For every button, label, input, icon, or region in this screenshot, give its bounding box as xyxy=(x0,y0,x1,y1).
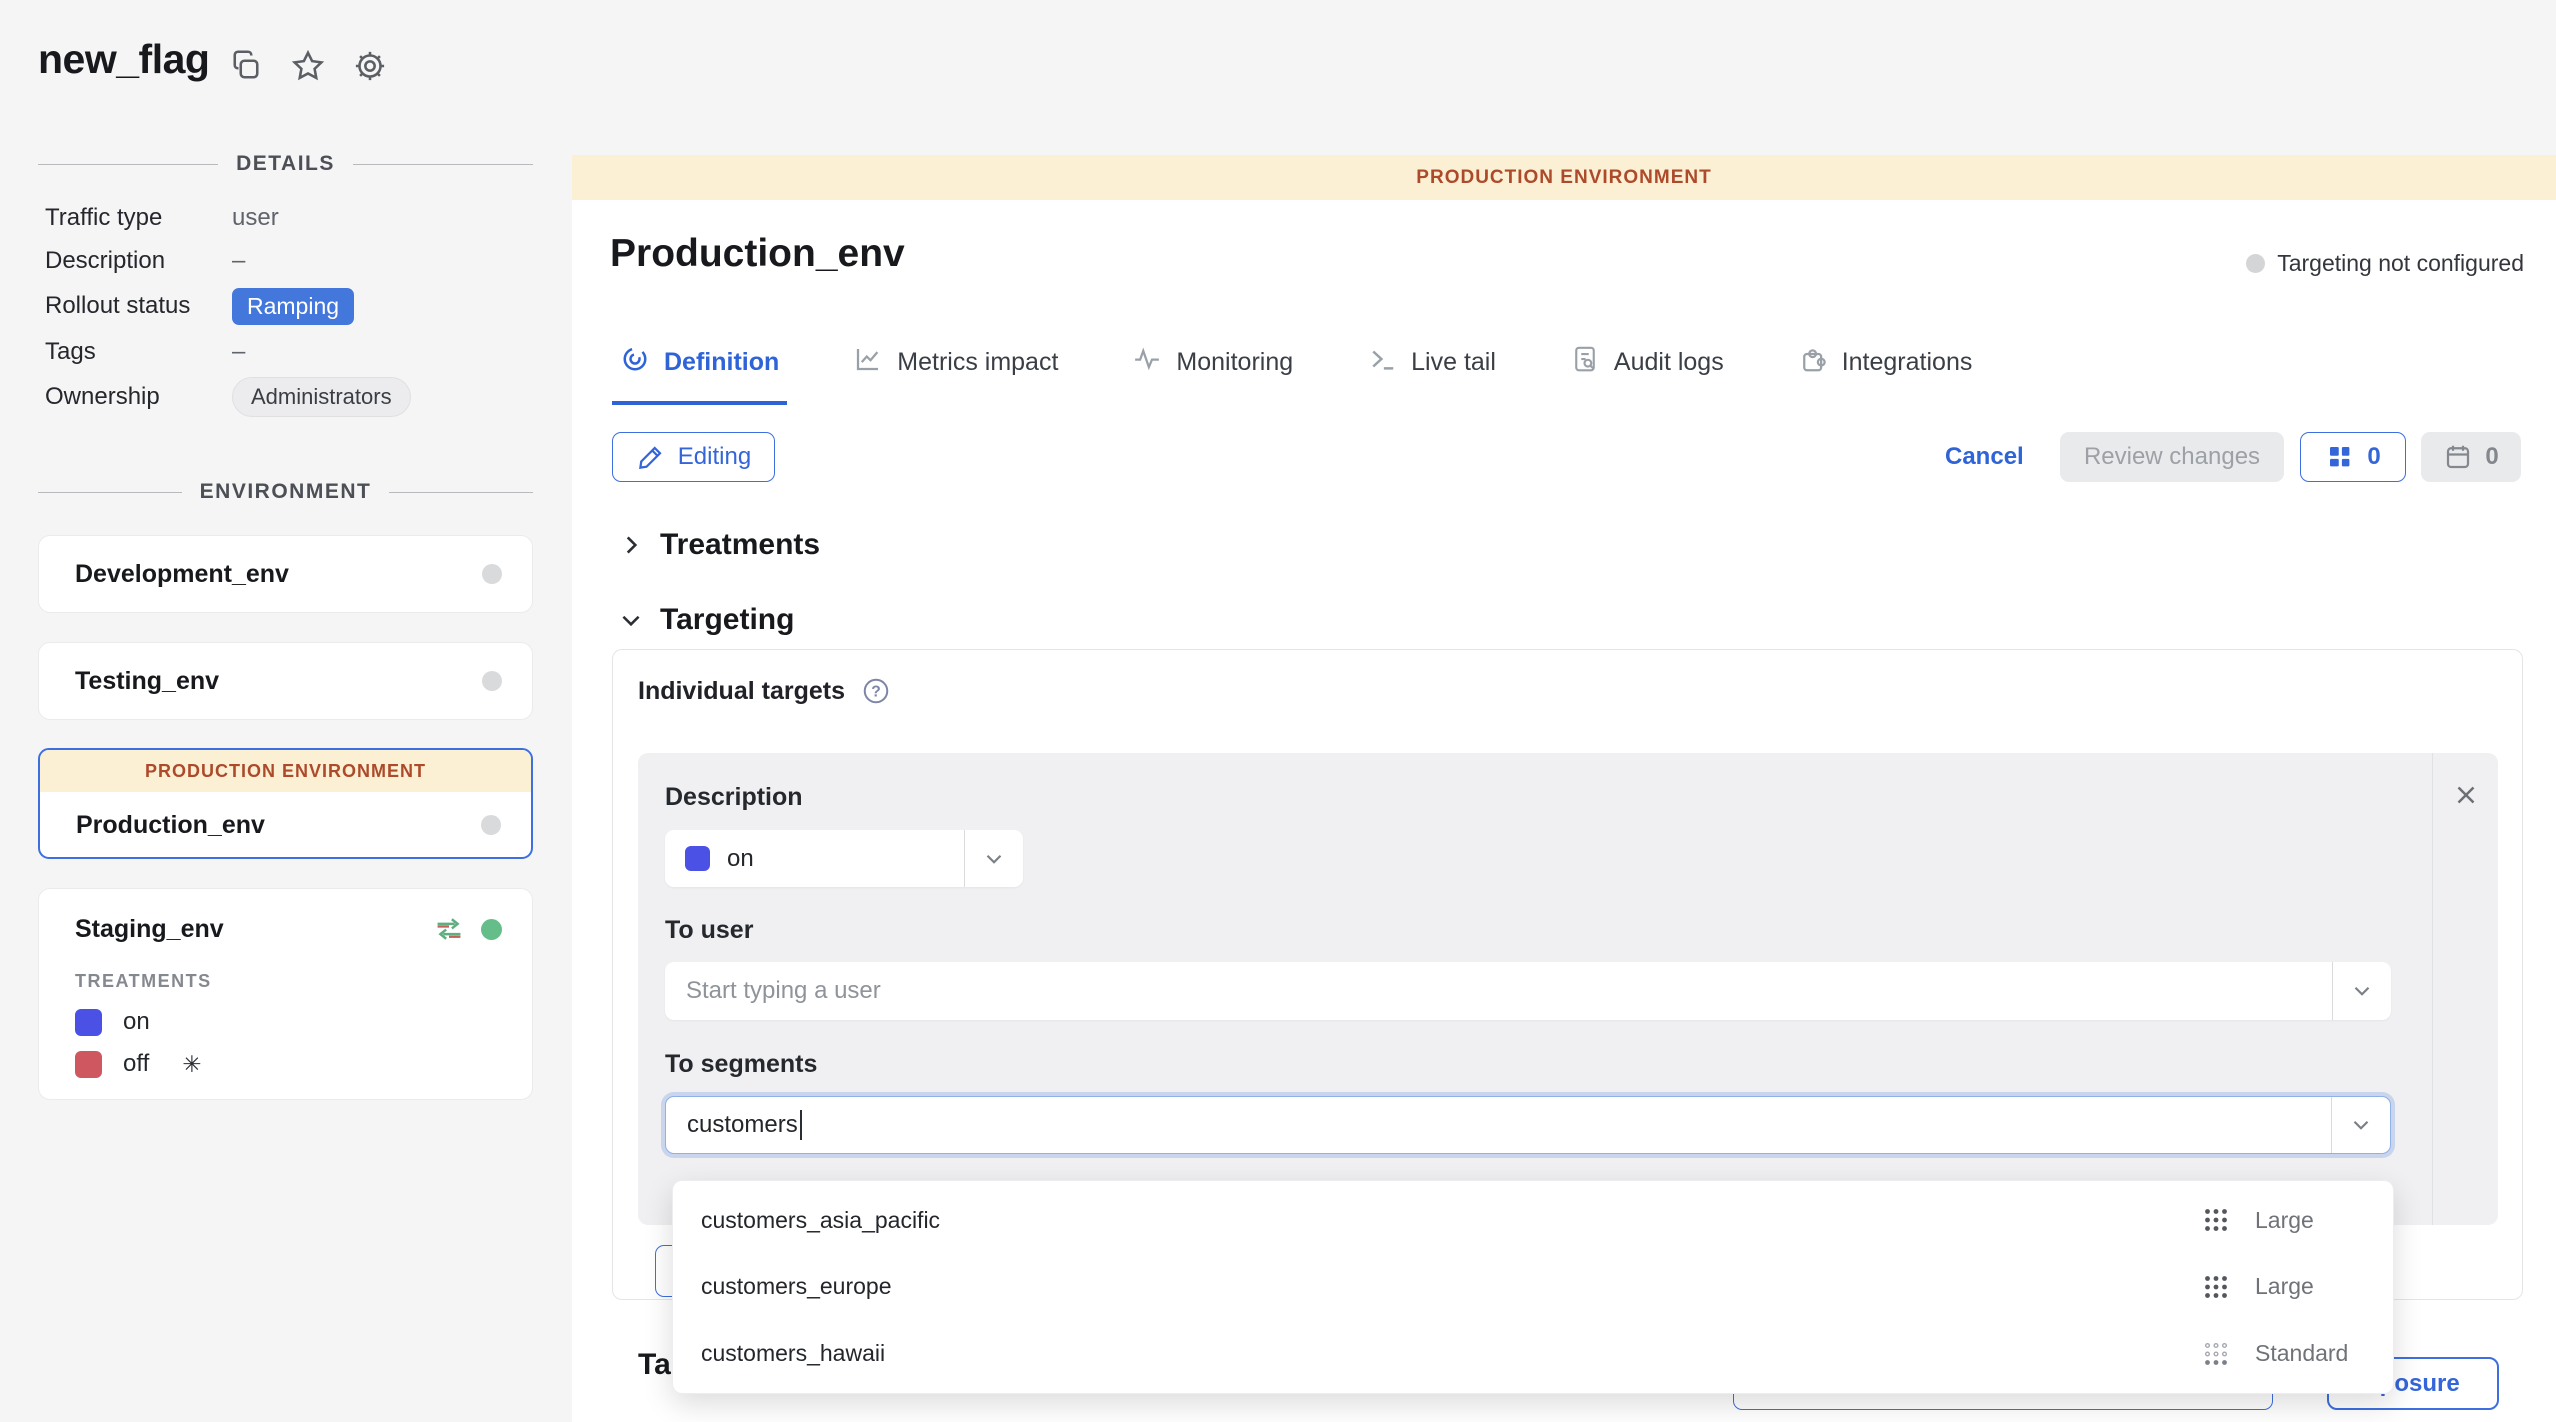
chevron-down-icon[interactable] xyxy=(2331,1097,2390,1153)
gear-icon[interactable] xyxy=(348,44,392,88)
grid-icon xyxy=(2325,442,2355,472)
segment-standard-icon xyxy=(2199,1337,2255,1371)
targeting-rules-heading-fragment: Ta xyxy=(638,1348,671,1382)
audit-log-icon xyxy=(1570,344,1600,381)
copy-icon[interactable] xyxy=(224,44,268,88)
segment-large-icon xyxy=(2199,1203,2255,1237)
env-card-testing[interactable]: Testing_env xyxy=(38,642,533,720)
editing-button[interactable]: Editing xyxy=(612,432,775,482)
tab-monitoring[interactable]: Monitoring xyxy=(1124,338,1301,405)
status-dot xyxy=(2246,254,2265,273)
segments-select: customers xyxy=(665,1096,2391,1154)
svg-text:?: ? xyxy=(871,683,881,700)
scheduled-counter-button[interactable]: 0 xyxy=(2421,432,2521,482)
treatment-row-on: on xyxy=(75,1008,532,1036)
targeting-section-header[interactable]: Targeting xyxy=(618,603,794,637)
segment-option-asia-pacific[interactable]: customers_asia_pacific Large xyxy=(673,1187,2393,1253)
treatment-select[interactable]: on xyxy=(665,830,1023,887)
details-list: Traffic type user Description – Rollout … xyxy=(45,196,533,421)
treatment-row-off: off ✳ xyxy=(75,1050,532,1078)
tab-definition[interactable]: Definition xyxy=(612,338,787,405)
detail-row-traffic-type: Traffic type user xyxy=(45,196,533,239)
detail-row-description: Description – xyxy=(45,239,533,282)
tab-audit-logs[interactable]: Audit logs xyxy=(1562,338,1732,405)
treatment-off-swatch xyxy=(75,1051,102,1078)
changes-counter-button[interactable]: 0 xyxy=(2300,432,2406,482)
terminal-icon xyxy=(1367,344,1397,381)
to-segments-label: To segments xyxy=(665,1050,817,1079)
detail-row-ownership: Ownership Administrators xyxy=(45,373,533,421)
env-status-dot xyxy=(481,815,501,835)
definition-icon xyxy=(620,344,650,381)
chevron-down-icon xyxy=(618,607,644,633)
segment-option-europe[interactable]: customers_europe Large xyxy=(673,1254,2393,1320)
chevron-right-icon xyxy=(618,532,644,558)
sync-icon xyxy=(433,915,465,943)
metrics-chart-icon xyxy=(853,344,883,381)
segments-dropdown: customers_asia_pacific Large customers_e… xyxy=(672,1180,2394,1394)
user-input[interactable] xyxy=(665,977,2332,1005)
user-select xyxy=(665,962,2391,1020)
to-user-label: To user xyxy=(665,916,753,945)
treatments-section-header[interactable]: Treatments xyxy=(618,528,820,562)
env-status-dot xyxy=(482,564,502,584)
env-active-dot xyxy=(481,919,502,940)
treatment-on-swatch xyxy=(75,1009,102,1036)
environment-title: Production_env xyxy=(610,232,905,276)
detail-row-tags: Tags – xyxy=(45,330,533,373)
help-icon[interactable]: ? xyxy=(861,676,891,706)
env-card-development[interactable]: Development_env xyxy=(38,535,533,613)
page-title: new_flag xyxy=(38,36,209,83)
ownership-pill[interactable]: Administrators xyxy=(232,377,411,417)
segments-input[interactable]: customers xyxy=(666,1110,2331,1140)
close-icon[interactable] xyxy=(2448,778,2484,814)
details-heading: DETAILS xyxy=(38,152,533,176)
production-environment-top-banner: PRODUCTION ENVIRONMENT xyxy=(572,155,2556,200)
production-environment-banner: PRODUCTION ENVIRONMENT xyxy=(40,750,531,792)
pencil-icon xyxy=(636,442,666,472)
env-card-staging[interactable]: Staging_env TREATMENTS on off ✳ xyxy=(38,888,533,1100)
tab-integrations[interactable]: Integrations xyxy=(1790,338,1981,405)
env-card-production[interactable]: PRODUCTION ENVIRONMENT Production_env xyxy=(38,748,533,859)
chevron-down-icon[interactable] xyxy=(2332,962,2391,1020)
segment-large-icon xyxy=(2199,1270,2255,1304)
review-changes-button[interactable]: Review changes xyxy=(2060,432,2284,482)
puzzle-icon xyxy=(1798,344,1828,381)
calendar-icon xyxy=(2443,442,2473,472)
chevron-down-icon xyxy=(964,830,1023,887)
tab-bar: Definition Metrics impact Monitoring Liv… xyxy=(612,338,1980,405)
card-divider xyxy=(2432,753,2433,1225)
default-treatment-icon: ✳ xyxy=(182,1051,201,1078)
treatment-on-swatch xyxy=(685,846,710,871)
targeting-status: Targeting not configured xyxy=(2246,250,2524,277)
star-icon[interactable] xyxy=(286,44,330,88)
individual-targets-heading: Individual targets ? xyxy=(638,676,891,706)
tab-live-tail[interactable]: Live tail xyxy=(1359,338,1504,405)
segment-option-hawaii[interactable]: customers_hawaii Standard xyxy=(673,1321,2393,1387)
pulse-icon xyxy=(1132,344,1162,381)
rollout-status-badge: Ramping xyxy=(232,288,354,325)
env-status-dot xyxy=(482,671,502,691)
text-cursor xyxy=(800,1110,802,1140)
treatments-heading: TREATMENTS xyxy=(75,971,532,992)
detail-row-rollout-status: Rollout status Ramping xyxy=(45,282,533,330)
description-label: Description xyxy=(665,783,803,812)
tab-metrics-impact[interactable]: Metrics impact xyxy=(845,338,1066,405)
cancel-button[interactable]: Cancel xyxy=(1945,443,2024,471)
environment-heading: ENVIRONMENT xyxy=(38,480,533,504)
